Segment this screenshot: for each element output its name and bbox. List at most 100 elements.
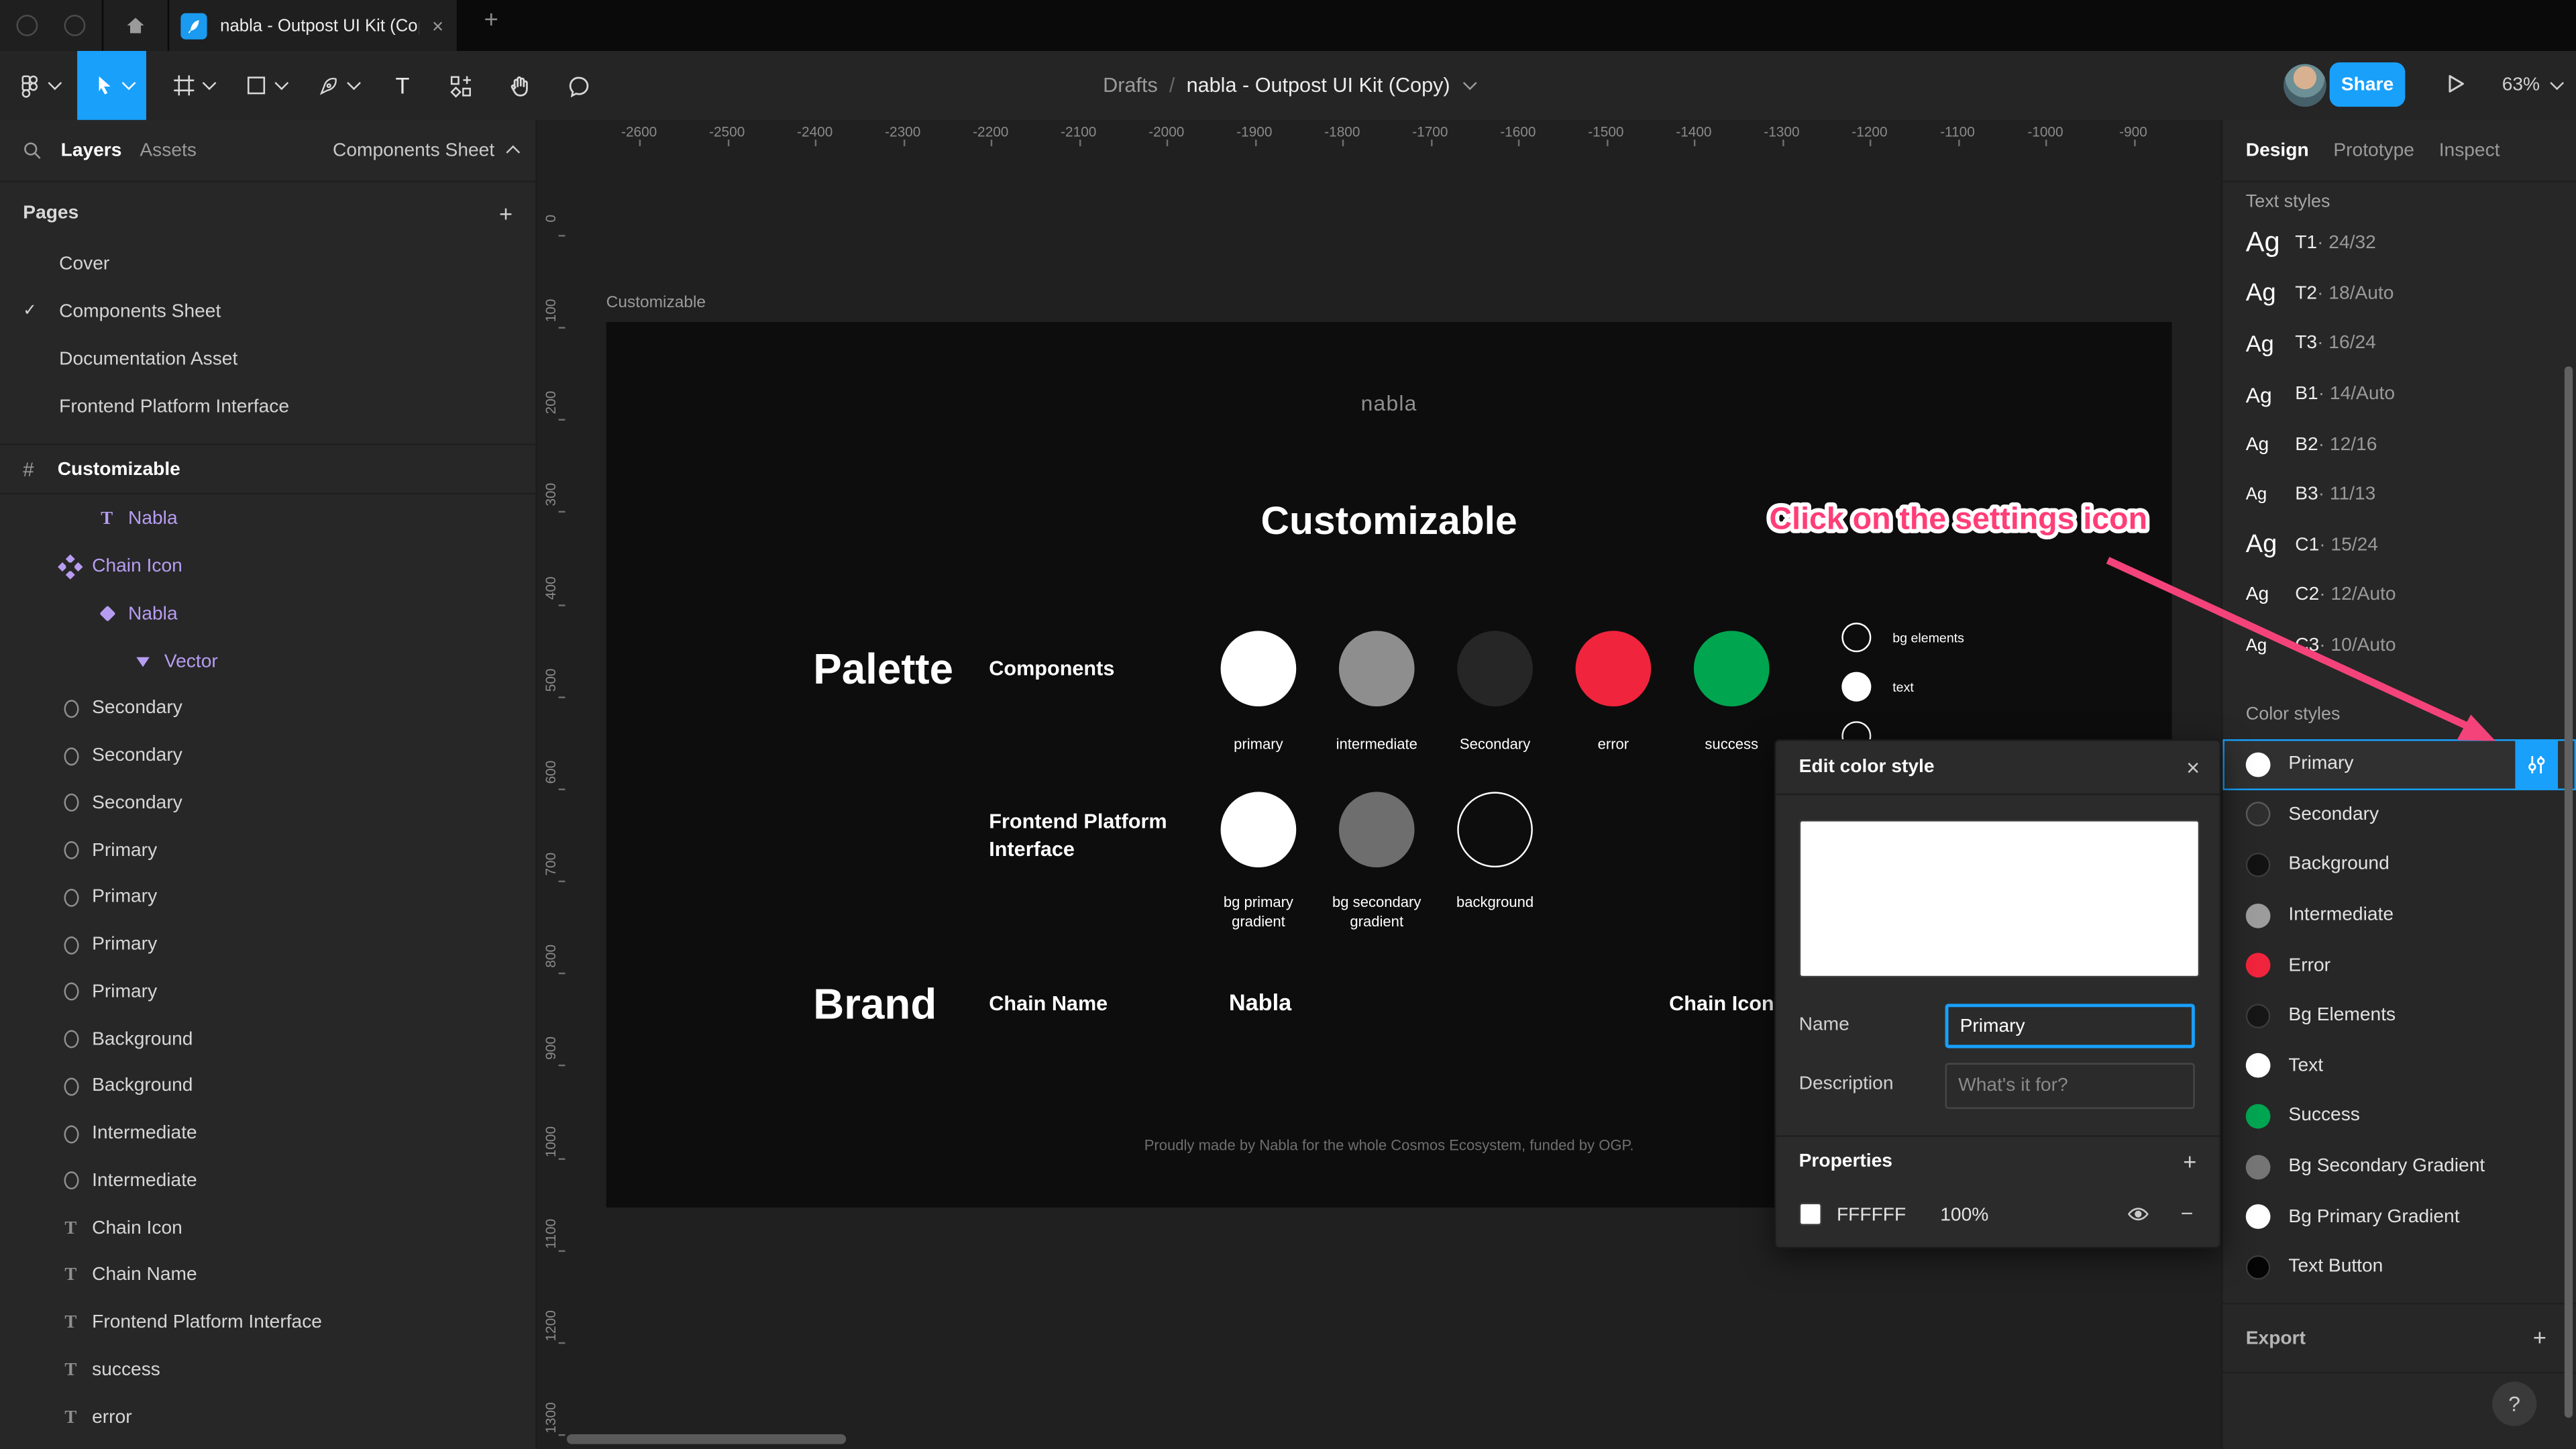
layer-row[interactable]: Secondary [0,685,535,732]
comment-tool-button[interactable] [549,51,608,120]
shape-tool-button[interactable] [230,51,299,120]
tab-close-icon[interactable]: × [432,14,443,37]
present-button[interactable] [2443,70,2468,105]
color-style-row[interactable]: Success [2222,1091,2576,1142]
color-style-row[interactable]: Background [2222,840,2576,890]
color-style-row[interactable]: Bg Primary Gradient [2222,1191,2576,1242]
help-button[interactable]: ? [2492,1381,2537,1426]
layer-row[interactable]: Background [0,1016,535,1063]
text-style-row[interactable]: Ag B1 · 14/Auto [2222,369,2576,419]
page-row[interactable]: ✓ Components Sheet [0,288,535,335]
text-style-row[interactable]: Ag T2 · 18/Auto [2222,269,2576,319]
share-button[interactable]: Share [2329,62,2406,107]
add-property-button[interactable]: + [2183,1148,2196,1175]
color-style-row[interactable]: Primary [2222,739,2576,790]
text-style-row[interactable]: Ag C3 · 10/Auto [2222,621,2576,671]
layer-row[interactable]: Nabla [0,590,535,637]
canvas-color-circle[interactable] [1841,623,1872,653]
main-menu-button[interactable] [0,51,76,120]
tab-inspect[interactable]: Inspect [2439,140,2500,160]
move-tool-button[interactable] [77,50,146,120]
chevron-down-icon[interactable] [1463,76,1478,91]
breadcrumb-drafts[interactable]: Drafts [1103,74,1158,97]
add-export-button[interactable]: + [2533,1324,2546,1350]
remove-property-button[interactable]: − [2181,1201,2194,1226]
tab-layers[interactable]: Layers [61,140,122,160]
horizontal-scrollbar[interactable] [566,1434,847,1444]
window-control-icon[interactable] [16,15,38,36]
layer-row[interactable]: Secondary [0,733,535,780]
search-button[interactable] [21,140,43,161]
property-color-swatch[interactable] [1799,1202,1822,1226]
artboard-label[interactable]: Customizable [606,294,706,312]
frame-tool-button[interactable] [158,51,227,120]
new-tab-button[interactable]: + [473,7,509,35]
page-row[interactable]: ✓ Cover [0,240,535,288]
page-row[interactable]: ✓ Documentation Asset [0,335,535,383]
layer-row[interactable]: T Nabla [0,496,535,543]
color-style-row[interactable]: Bg Elements [2222,991,2576,1041]
canvas-color-circle[interactable] [1338,792,1415,868]
layer-row[interactable]: Primary [0,921,535,968]
canvas-color-circle[interactable] [1457,792,1533,868]
page-row[interactable]: ✓ Frontend Platform Interface [0,383,535,431]
layer-row[interactable]: T error [0,1393,535,1440]
settings-icon-button[interactable] [2515,739,2559,790]
text-style-row[interactable]: Ag B2 · 12/16 [2222,419,2576,470]
canvas-color-circle[interactable] [1220,792,1297,868]
property-opacity-value[interactable]: 100% [1940,1206,1988,1226]
layer-row[interactable]: T Chain Icon [0,1205,535,1252]
layer-row[interactable]: Intermediate [0,1157,535,1204]
breadcrumb-file-title[interactable]: nabla - Outpost UI Kit (Copy) [1187,74,1450,97]
hand-tool-button[interactable] [490,51,549,120]
layer-row[interactable]: Primary [0,826,535,873]
frame-row[interactable]: # Customizable [0,443,536,495]
browser-tab[interactable]: nabla - Outpost UI Kit (Copy) × [171,0,457,51]
name-field[interactable] [1945,1004,2195,1049]
description-field[interactable] [1945,1063,2195,1110]
text-style-row[interactable]: Ag C1 · 15/24 [2222,520,2576,570]
close-icon[interactable]: × [2186,754,2200,780]
text-style-row[interactable]: Ag T3 · 16/24 [2222,319,2576,370]
text-style-row[interactable]: Ag B3 · 11/13 [2222,470,2576,520]
text-style-row[interactable]: Ag T1 · 24/32 [2222,219,2576,269]
home-button[interactable] [115,11,154,40]
color-style-row[interactable]: Bg Secondary Gradient [2222,1141,2576,1191]
property-hex-value[interactable]: FFFFFF [1837,1206,1906,1226]
tab-prototype[interactable]: Prototype [2333,140,2414,160]
tab-assets[interactable]: Assets [140,140,197,160]
visibility-toggle[interactable] [2126,1203,2151,1231]
layer-row[interactable]: T success [0,1346,535,1393]
layer-row[interactable]: T Chain Name [0,1252,535,1299]
canvas-color-circle[interactable] [1338,631,1415,707]
tab-design[interactable]: Design [2246,140,2309,160]
canvas-color-circle[interactable] [1693,631,1770,707]
canvas-color-circle[interactable] [1841,672,1872,702]
canvas-color-circle[interactable] [1220,631,1297,707]
layer-row[interactable]: Background [0,1063,535,1110]
window-control-icon[interactable] [64,15,86,36]
text-style-row[interactable]: Ag C2 · 12/Auto [2222,570,2576,621]
avatar[interactable] [2284,64,2326,107]
layer-row[interactable]: Primary [0,969,535,1016]
canvas-color-circle[interactable] [1575,631,1652,707]
add-page-button[interactable]: + [499,201,513,227]
color-style-row[interactable]: Secondary [2222,790,2576,840]
layer-row[interactable]: Intermediate [0,1110,535,1157]
pen-tool-button[interactable] [303,51,372,120]
color-style-row[interactable]: Error [2222,941,2576,991]
canvas-color-circle[interactable] [1457,631,1533,707]
layer-row[interactable]: Chain Icon [0,543,535,590]
layer-row[interactable]: Primary [0,874,535,921]
layer-row[interactable]: T Frontend Platform Interface [0,1299,535,1346]
panel-scrollbar[interactable] [2564,366,2573,1418]
layer-row[interactable]: Secondary [0,780,535,826]
color-style-row[interactable]: Text [2222,1041,2576,1091]
resources-tool-button[interactable] [431,51,490,120]
color-style-row[interactable]: Intermediate [2222,890,2576,941]
text-tool-button[interactable]: T [374,51,430,120]
layer-row[interactable]: Vector [0,638,535,685]
color-style-row[interactable]: Text Button [2222,1242,2576,1292]
page-selector[interactable]: Components Sheet [333,140,521,160]
zoom-control[interactable]: 63% [2502,51,2565,120]
